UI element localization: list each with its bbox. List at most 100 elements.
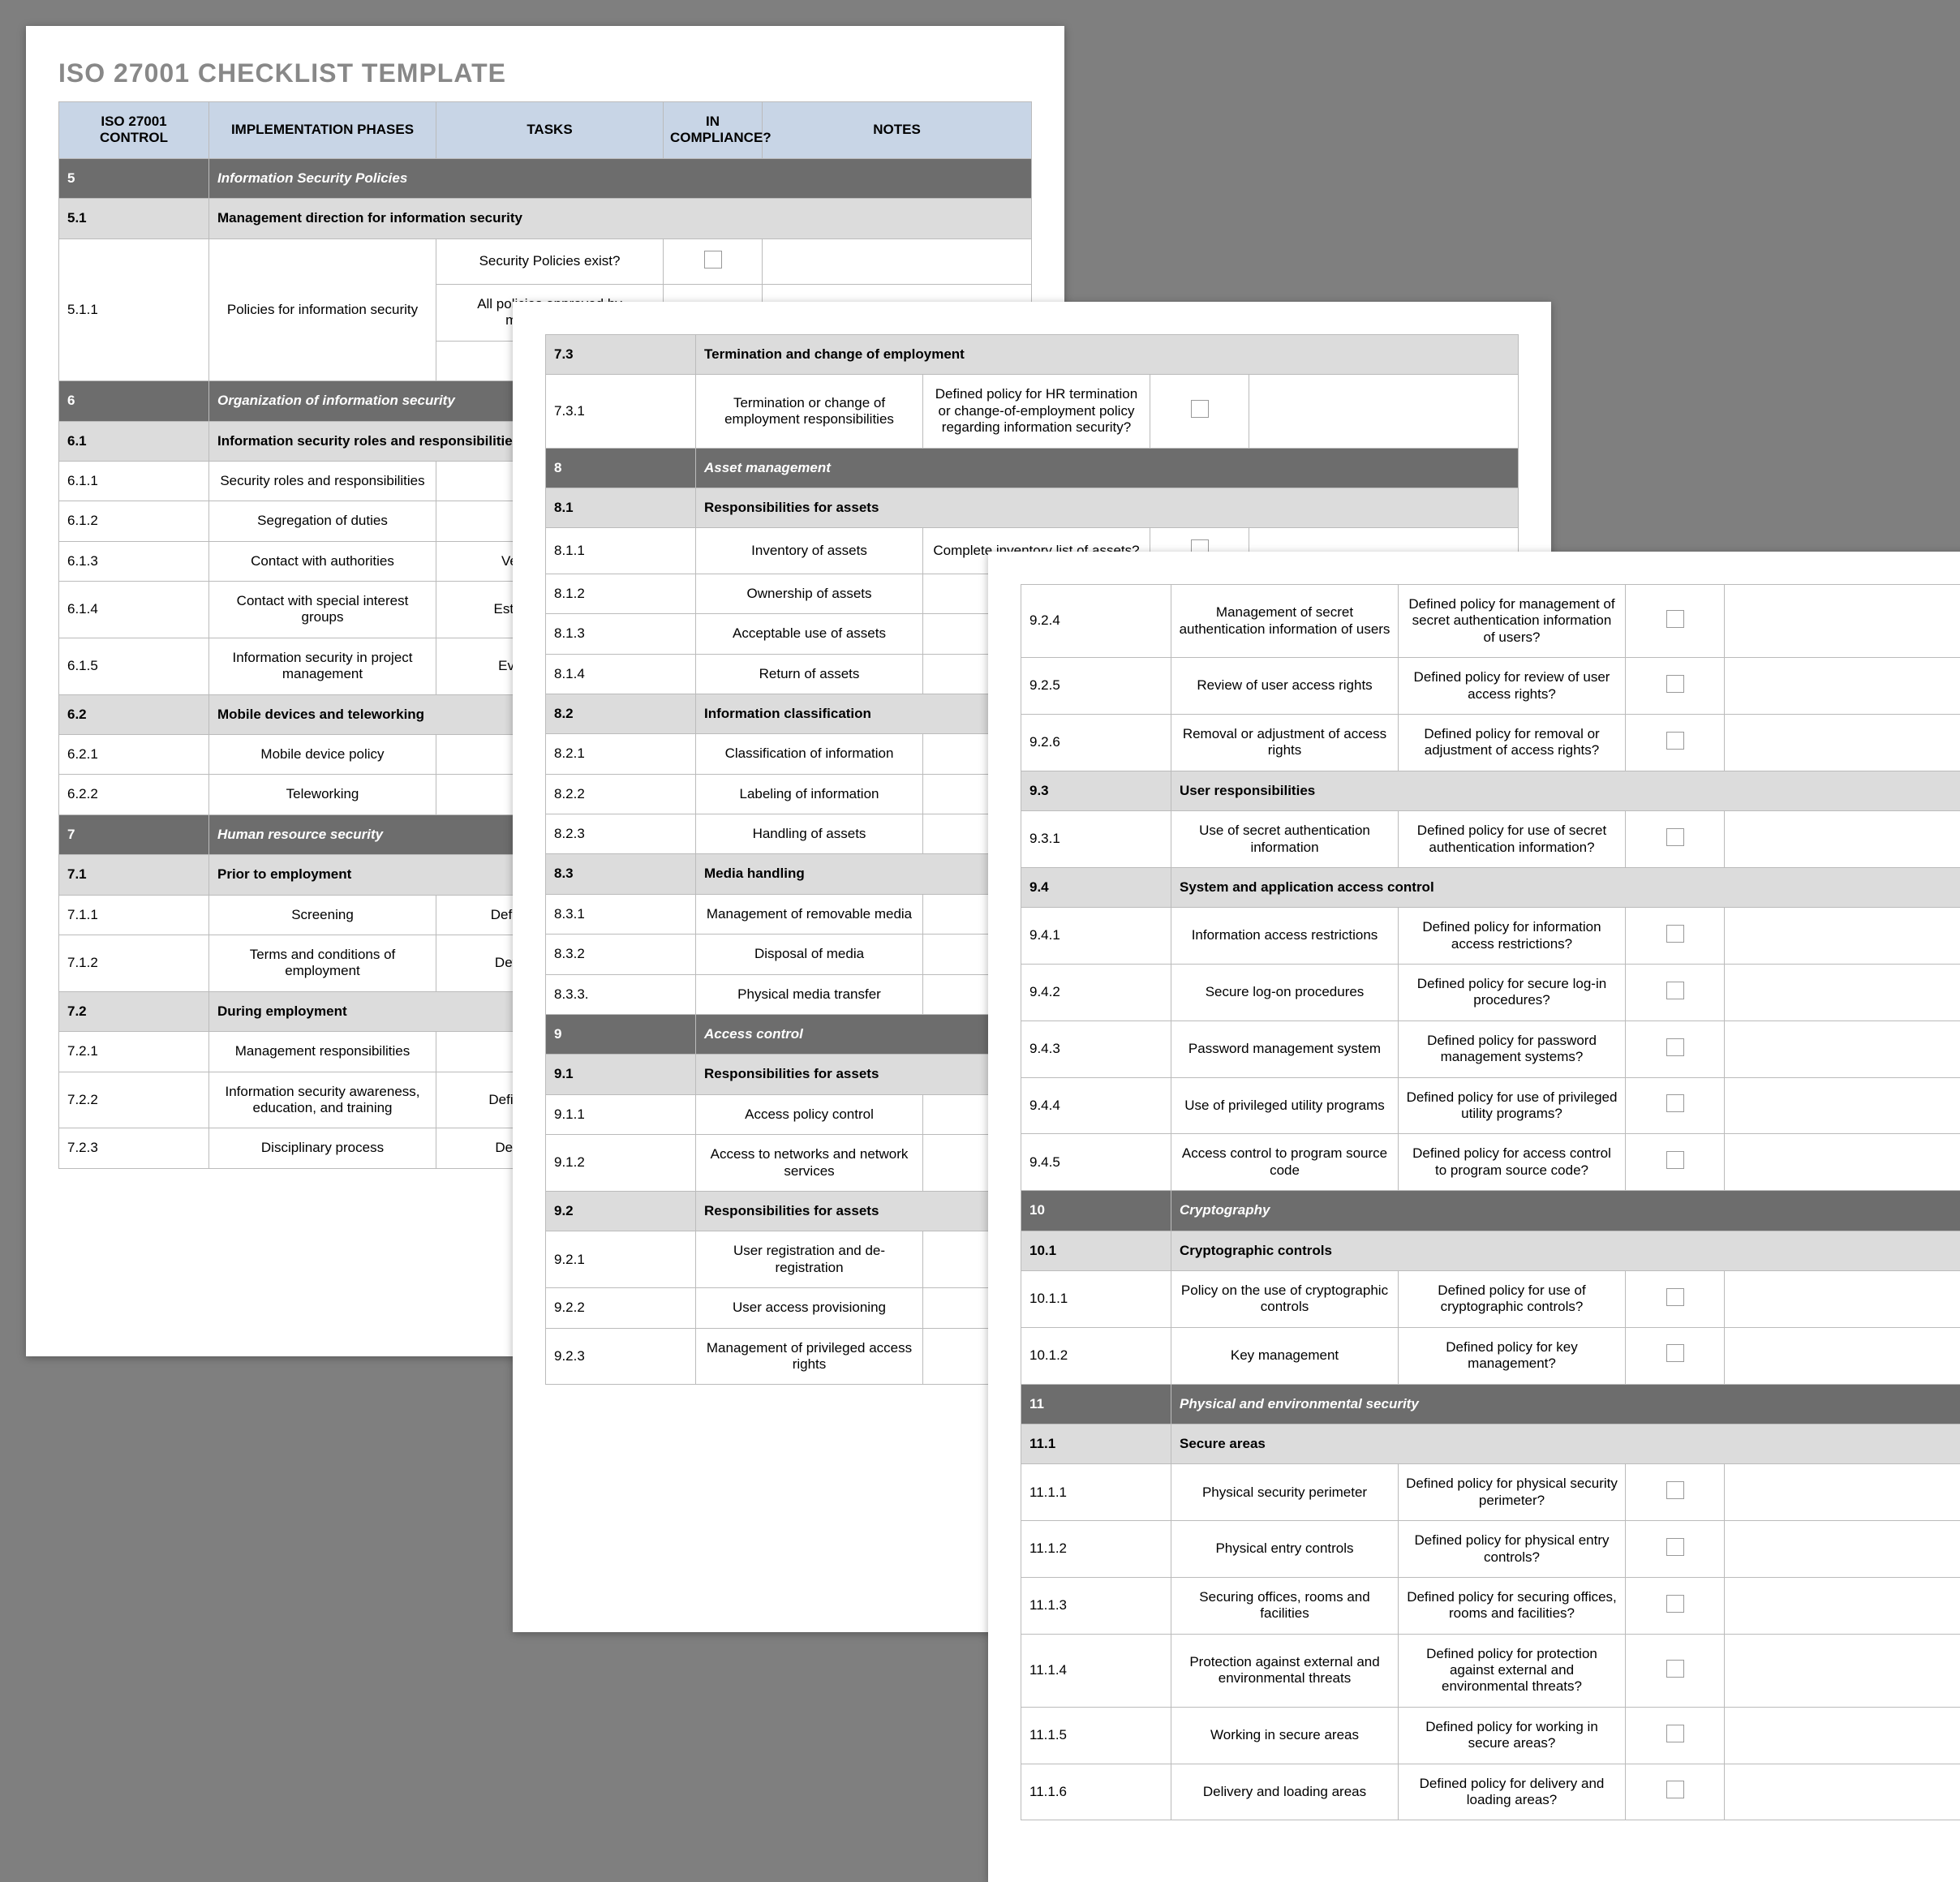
row-phase: Key management (1171, 1327, 1399, 1384)
checkbox[interactable] (1666, 828, 1684, 846)
row-phase: Secure log-on procedures (1171, 965, 1399, 1021)
row-num: 6.1.3 (59, 541, 209, 581)
row-notes[interactable] (1725, 1707, 1960, 1764)
table-row: 11.1.1Physical security perimeterDefined… (1021, 1464, 1960, 1521)
row-phase: Segregation of duties (209, 501, 436, 541)
row-notes[interactable] (1725, 1134, 1960, 1191)
row-num: 9.2.1 (546, 1231, 696, 1288)
row-task: Defined policy for HR termination or cha… (923, 375, 1150, 448)
row-task: Defined policy for use of secret authent… (1399, 811, 1626, 868)
checkbox[interactable] (1666, 610, 1684, 628)
row-task: Defined policy for use of cryptographic … (1399, 1270, 1626, 1327)
row-task: Defined policy for working in secure are… (1399, 1707, 1626, 1764)
row-notes[interactable] (1725, 811, 1960, 868)
row-notes[interactable] (1725, 1521, 1960, 1578)
row-task: Defined policy for review of user access… (1399, 658, 1626, 715)
row-chk (1626, 811, 1725, 868)
row-phase: Physical media transfer (696, 974, 923, 1014)
row-phase: Access policy control (696, 1094, 923, 1134)
checkbox[interactable] (1191, 400, 1209, 418)
checklist-table-3: 9.2.4Management of secret authentication… (1021, 584, 1960, 1820)
section-num: 8 (546, 448, 696, 488)
table-row: 11.1.5Working in secure areasDefined pol… (1021, 1707, 1960, 1764)
checkbox[interactable] (1666, 1595, 1684, 1613)
checkbox[interactable] (1666, 1038, 1684, 1056)
row-notes[interactable] (1725, 1577, 1960, 1634)
sub-label: Responsibilities for assets (696, 488, 1519, 527)
row-notes[interactable] (1725, 585, 1960, 658)
row-phase: Password management system (1171, 1020, 1399, 1077)
row-num: 9.1.2 (546, 1135, 696, 1192)
row-num: 9.2.2 (546, 1288, 696, 1328)
checkbox[interactable] (1666, 1725, 1684, 1742)
row-notes[interactable] (1725, 1270, 1960, 1327)
section-num: 6 (59, 381, 209, 421)
row-notes[interactable] (1725, 1464, 1960, 1521)
row-num: 7.2.1 (59, 1032, 209, 1072)
row-notes[interactable] (1725, 1634, 1960, 1707)
row-phase: Return of assets (696, 654, 923, 694)
checkbox[interactable] (1666, 1538, 1684, 1556)
row-phase: Contact with authorities (209, 541, 436, 581)
row-num: 7.2.2 (59, 1072, 209, 1128)
checkbox[interactable] (1666, 1094, 1684, 1112)
row-task: Defined policy for physical entry contro… (1399, 1521, 1626, 1578)
section-label: Physical and environmental security (1171, 1384, 1960, 1424)
row-num: 11.1.4 (1021, 1634, 1171, 1707)
row-phase: Management of secret authentication info… (1171, 585, 1399, 658)
row-phase: Policies for information security (209, 238, 436, 381)
sub-num: 8.3 (546, 854, 696, 894)
row-phase: Physical entry controls (1171, 1521, 1399, 1578)
table-header-row: ISO 27001 CONTROL IMPLEMENTATION PHASES … (59, 102, 1032, 159)
row-phase: Physical security perimeter (1171, 1464, 1399, 1521)
row-phase: Delivery and loading areas (1171, 1764, 1399, 1820)
checkbox[interactable] (1666, 1481, 1684, 1499)
th-tasks: TASKS (436, 102, 664, 159)
sub-label: Cryptographic controls (1171, 1231, 1960, 1270)
row-notes[interactable] (1725, 1764, 1960, 1820)
checkbox[interactable] (1666, 1660, 1684, 1678)
row-num: 6.1.2 (59, 501, 209, 541)
row-phase: Management responsibilities (209, 1032, 436, 1072)
row-num: 8.3.3. (546, 974, 696, 1014)
sub-num: 9.4 (1021, 867, 1171, 907)
row-phase: Inventory of assets (696, 528, 923, 574)
table-row: 11.1.2Physical entry controlsDefined pol… (1021, 1521, 1960, 1578)
checkbox[interactable] (1666, 1288, 1684, 1306)
table-row: 11.1.6Delivery and loading areasDefined … (1021, 1764, 1960, 1820)
row-notes[interactable] (1725, 908, 1960, 965)
row-notes[interactable] (763, 238, 1032, 284)
row-num: 7.1.1 (59, 895, 209, 935)
row-notes[interactable] (1725, 1327, 1960, 1384)
row-notes[interactable] (1725, 1077, 1960, 1134)
th-compliance: IN COMPLIANCE? (664, 102, 763, 159)
table-row: 5.1.1Policies for information securitySe… (59, 238, 1032, 284)
page-3: 9.2.4Management of secret authentication… (988, 552, 1960, 1882)
checkbox[interactable] (704, 251, 722, 269)
row-task: Defined policy for protection against ex… (1399, 1634, 1626, 1707)
row-chk (1626, 1707, 1725, 1764)
checkbox[interactable] (1666, 732, 1684, 750)
row-notes[interactable] (1725, 965, 1960, 1021)
row-num: 9.4.5 (1021, 1134, 1171, 1191)
checkbox[interactable] (1666, 925, 1684, 943)
row-num: 9.2.5 (1021, 658, 1171, 715)
checkbox[interactable] (1666, 1781, 1684, 1798)
sub-num: 10.1 (1021, 1231, 1171, 1270)
sub-num: 8.2 (546, 694, 696, 733)
checkbox[interactable] (1666, 675, 1684, 693)
page-title: ISO 27001 CHECKLIST TEMPLATE (58, 58, 1032, 88)
th-phases: IMPLEMENTATION PHASES (209, 102, 436, 159)
row-phase: Handling of assets (696, 814, 923, 854)
checkbox[interactable] (1666, 1151, 1684, 1169)
row-notes[interactable] (1725, 658, 1960, 715)
row-task: Defined policy for secure log-in procedu… (1399, 965, 1626, 1021)
checkbox[interactable] (1666, 982, 1684, 999)
row-notes[interactable] (1249, 375, 1519, 448)
row-task: Defined policy for use of privileged uti… (1399, 1077, 1626, 1134)
row-notes[interactable] (1725, 714, 1960, 771)
checkbox[interactable] (1666, 1344, 1684, 1362)
row-phase: Acceptable use of assets (696, 614, 923, 654)
row-num: 8.2.2 (546, 774, 696, 814)
row-notes[interactable] (1725, 1020, 1960, 1077)
